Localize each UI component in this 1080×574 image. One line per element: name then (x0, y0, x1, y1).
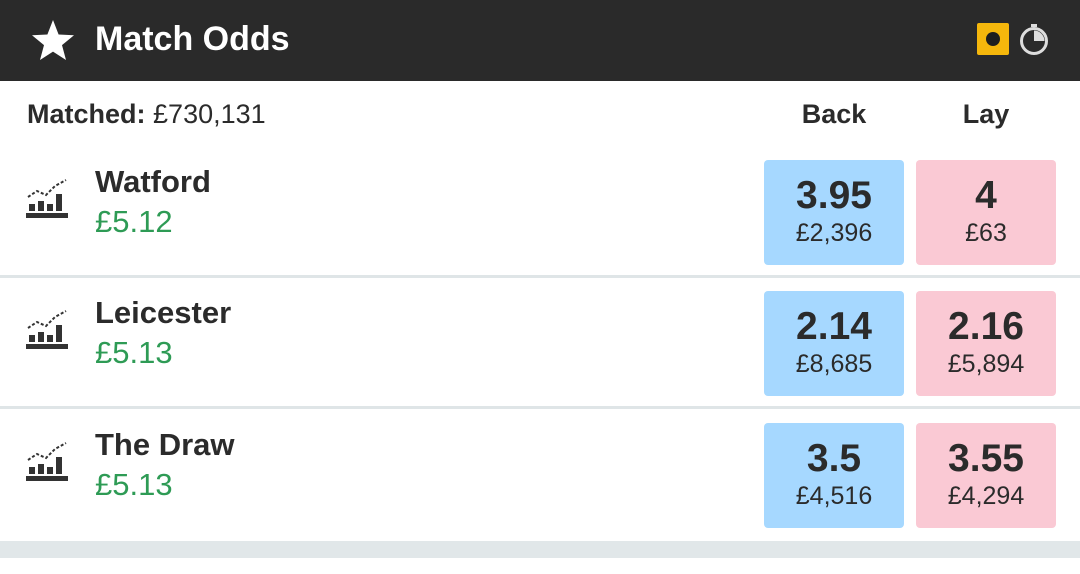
back-price-button[interactable]: 3.95 £2,396 (764, 160, 904, 265)
back-odds: 2.14 (796, 305, 872, 348)
runner-profit-loss: £5.13 (95, 335, 173, 370)
market-header: Match Odds (0, 0, 1080, 81)
runner-row-watford: Watford £5.12 3.95 £2,396 4 £63 (0, 147, 1080, 278)
lay-stake: £5,894 (947, 350, 1025, 378)
runner-row-the-draw: The Draw £5.13 3.5 £4,516 3.55 £4,294 (0, 410, 1080, 541)
lay-stake: £63 (965, 219, 1007, 247)
back-column-header: Back (801, 99, 867, 129)
star-icon[interactable] (30, 18, 76, 64)
chart-icon[interactable] (25, 440, 69, 484)
runner-name: Leicester (95, 295, 232, 330)
lay-price-button[interactable]: 2.16 £5,894 (916, 291, 1056, 396)
row-divider (0, 406, 1080, 409)
lay-stake: £4,294 (947, 482, 1025, 510)
runner-name: The Draw (95, 427, 235, 462)
in-play-icon (977, 23, 1009, 55)
runner-profit-loss: £5.13 (95, 467, 173, 502)
lay-odds: 4 (975, 174, 997, 217)
back-price-button[interactable]: 2.14 £8,685 (764, 291, 904, 396)
footer-divider (0, 541, 1080, 558)
matched-label: Matched: (27, 99, 146, 129)
chart-icon[interactable] (25, 308, 69, 352)
matched-amount: Matched: £730,131 (27, 97, 266, 131)
back-odds: 3.95 (796, 174, 872, 217)
back-price-button[interactable]: 3.5 £4,516 (764, 423, 904, 528)
timer-icon (1020, 24, 1048, 55)
lay-column-header: Lay (962, 99, 1010, 129)
lay-odds: 2.16 (948, 305, 1024, 348)
runner-row-leicester: Leicester £5.13 2.14 £8,685 2.16 £5,894 (0, 278, 1080, 409)
back-odds: 3.5 (806, 437, 862, 480)
back-stake: £2,396 (795, 219, 873, 247)
runner-name: Watford (95, 164, 211, 199)
market-title: Match Odds (95, 20, 290, 58)
back-stake: £4,516 (795, 482, 873, 510)
lay-price-button[interactable]: 4 £63 (916, 160, 1056, 265)
matched-value: £730,131 (153, 99, 266, 129)
lay-price-button[interactable]: 3.55 £4,294 (916, 423, 1056, 528)
back-stake: £8,685 (795, 350, 873, 378)
market-summary: Matched: £730,131 Back Lay (0, 81, 1080, 147)
lay-odds: 3.55 (948, 437, 1024, 480)
chart-icon[interactable] (25, 177, 69, 221)
runner-profit-loss: £5.12 (95, 204, 173, 239)
